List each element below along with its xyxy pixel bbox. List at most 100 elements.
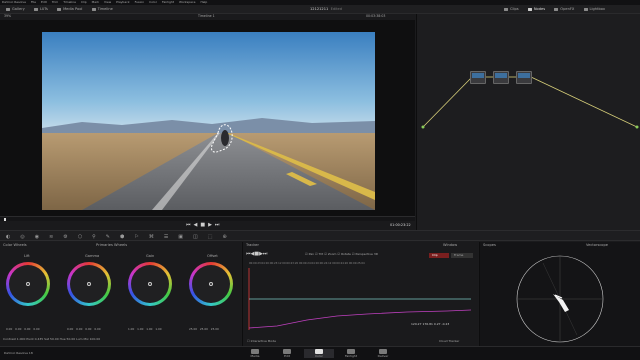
wheels-mode[interactable]: Primaries Wheels	[96, 243, 127, 248]
timeline-label: Timeline	[97, 7, 113, 11]
menu-clip[interactable]: Clip	[81, 0, 87, 4]
wheel-values-offset[interactable]: 25.00 25.00 25.00	[189, 328, 219, 331]
cloud-tracker-select[interactable]: Cloud Tracker	[439, 340, 459, 343]
openfx-label: OpenFX	[560, 7, 575, 11]
nodes-icon	[527, 8, 532, 12]
openfx-icon	[554, 8, 559, 12]
timeline-name[interactable]: Timeline 1	[198, 14, 215, 18]
openfx-button[interactable]: OpenFX	[554, 7, 575, 12]
road-scene-image	[42, 32, 375, 210]
page-label: Edit	[284, 354, 290, 358]
source-timecode: 00:03:38:03	[366, 14, 386, 18]
track-controls[interactable]: ⏮◀■▶⏭	[246, 252, 267, 257]
menu-fairlight[interactable]: Fairlight	[162, 0, 174, 4]
tracker-mode[interactable]: Window	[443, 243, 457, 248]
top-toolbar: Gallery LUTs Media Pool Timeline 1212121…	[0, 5, 640, 14]
node-03[interactable]	[516, 71, 532, 84]
page-deliver[interactable]: Deliver	[368, 349, 398, 358]
gallery-button[interactable]: Gallery	[6, 7, 25, 12]
zoom-level[interactable]: 39%	[4, 14, 11, 18]
node-editor[interactable]	[416, 14, 640, 230]
wheels-footer: Contrast 1.000 Pivot 0.435 Sat 50.00 Hue…	[3, 337, 101, 341]
color-wheels-panel: Color Wheels Primaries Wheels Lift 0.00 0…	[0, 242, 241, 346]
wheel-puck[interactable]	[26, 282, 30, 286]
wheel-puck[interactable]	[87, 282, 91, 286]
page-color[interactable]: Color	[304, 349, 334, 358]
scopes-title: Scopes	[483, 243, 496, 247]
page-label: Color	[315, 354, 323, 358]
project-name: 12121211	[310, 7, 329, 11]
menu-list[interactable]: DaVinci Resolve File Edit Trim Timeline Clip M…	[2, 0, 212, 4]
page-label: Deliver	[377, 354, 389, 358]
project-title: 12121211 Edited	[310, 7, 342, 12]
menu-fusion[interactable]: Fusion	[135, 0, 145, 4]
lightbox-button[interactable]: Lightbox	[583, 7, 606, 12]
viewer-timecode: 01:00:23:22	[390, 223, 411, 227]
frame-button[interactable]: Frame	[451, 253, 473, 258]
menu-help[interactable]: Help	[200, 0, 207, 4]
menu-mark[interactable]: Mark	[92, 0, 99, 4]
node-02[interactable]	[493, 71, 509, 84]
page-navigation: DaVinci Resolve 18 Media Edit Color Fairlig…	[0, 346, 640, 360]
interactive-mode-check[interactable]: ☐ Interactive Mode	[247, 340, 276, 343]
lightbox-label: Lightbox	[589, 7, 606, 11]
tracker-title: Tracker	[246, 243, 259, 247]
wheel-values-gamma[interactable]: 0.00 0.00 0.00 0.00	[67, 328, 101, 331]
interactive-mode-label: Interactive Mode	[250, 339, 276, 343]
menu-trim[interactable]: Trim	[52, 0, 58, 4]
luts-button[interactable]: LUTs	[33, 7, 48, 12]
nodes-label: Nodes	[533, 7, 546, 11]
wheel-label-gamma: Gamma	[85, 254, 100, 258]
media-pool-icon	[57, 8, 62, 12]
wheel-label-offset: Offset	[207, 254, 218, 258]
color-wheel-offset[interactable]	[189, 262, 233, 306]
palette-icons[interactable]: ◐◎◉≋⚙⬡⚲✎⬢⚐⌘☰▣◫⬚⊕	[6, 234, 237, 240]
tracker-ruler: 00:00:23:04 00:00:23:12 00:00:23:20 00:0…	[249, 262, 365, 265]
wheel-puck[interactable]	[148, 282, 152, 286]
tracker-values: 129.27 176.81 0.27 -0.23	[411, 322, 450, 326]
vectorscope	[516, 255, 604, 343]
media-pool-label: Media Pool	[63, 7, 83, 11]
menu-view[interactable]: View	[104, 0, 111, 4]
color-wheel-gamma[interactable]	[67, 262, 111, 306]
menu-file[interactable]: File	[31, 0, 36, 4]
color-wheel-gain[interactable]	[128, 262, 172, 306]
clip-button[interactable]: Clip	[429, 253, 449, 258]
node-connections	[421, 76, 639, 129]
luts-label: LUTs	[39, 7, 48, 11]
nodes-button[interactable]: Nodes	[527, 7, 546, 12]
timeline-button[interactable]: Timeline	[91, 7, 113, 12]
gallery-label: Gallery	[12, 7, 25, 11]
page-edit[interactable]: Edit	[272, 349, 302, 358]
node-01[interactable]	[470, 71, 486, 84]
tracker-graph	[248, 268, 472, 330]
menu-davinci-resolve[interactable]: DaVinci Resolve	[2, 0, 26, 4]
playback-buttons[interactable]: ⏮◀■▶⏭	[186, 223, 222, 228]
clips-button[interactable]: Clips	[504, 7, 519, 12]
wheel-values-lift[interactable]: 0.00 0.00 0.00 0.00	[6, 328, 40, 331]
menu-timeline[interactable]: Timeline	[63, 0, 76, 4]
menu-edit[interactable]: Edit	[41, 0, 47, 4]
scopes-panel: Scopes Vectorscope	[479, 242, 640, 346]
page-media[interactable]: Media	[240, 349, 270, 358]
page-tabs[interactable]: Media Edit Color Fairlight Deliver	[240, 349, 398, 358]
page-label: Fairlight	[344, 354, 357, 358]
menu-workspace[interactable]: Workspace	[179, 0, 195, 4]
track-checks[interactable]: ☑ Pan ☑ Tilt ☑ Zoom ☑ Rotate ☑ Perspecti…	[305, 253, 378, 256]
lightbox-icon	[583, 8, 588, 12]
wheel-puck[interactable]	[209, 282, 213, 286]
page-fairlight[interactable]: Fairlight	[336, 349, 366, 358]
wheel-label-lift: Lift	[24, 254, 30, 258]
color-wheel-lift[interactable]	[6, 262, 50, 306]
app-name: DaVinci Resolve 18	[4, 351, 33, 355]
wheels-title: Color Wheels	[3, 243, 27, 247]
scope-type-select[interactable]: Vectorscope	[586, 243, 608, 248]
menu-playback[interactable]: Playback	[116, 0, 129, 4]
menu-color[interactable]: Color	[149, 0, 157, 4]
wheel-values-gain[interactable]: 1.00 1.00 1.00 1.00	[128, 328, 162, 331]
luts-icon	[33, 8, 38, 12]
video-frame[interactable]	[42, 32, 375, 210]
palette-toolbar: ◐◎◉≋⚙⬡⚲✎⬢⚐⌘☰▣◫⬚⊕	[0, 230, 640, 241]
wheel-label-gain: Gain	[146, 254, 155, 258]
media-pool-button[interactable]: Media Pool	[57, 7, 83, 12]
